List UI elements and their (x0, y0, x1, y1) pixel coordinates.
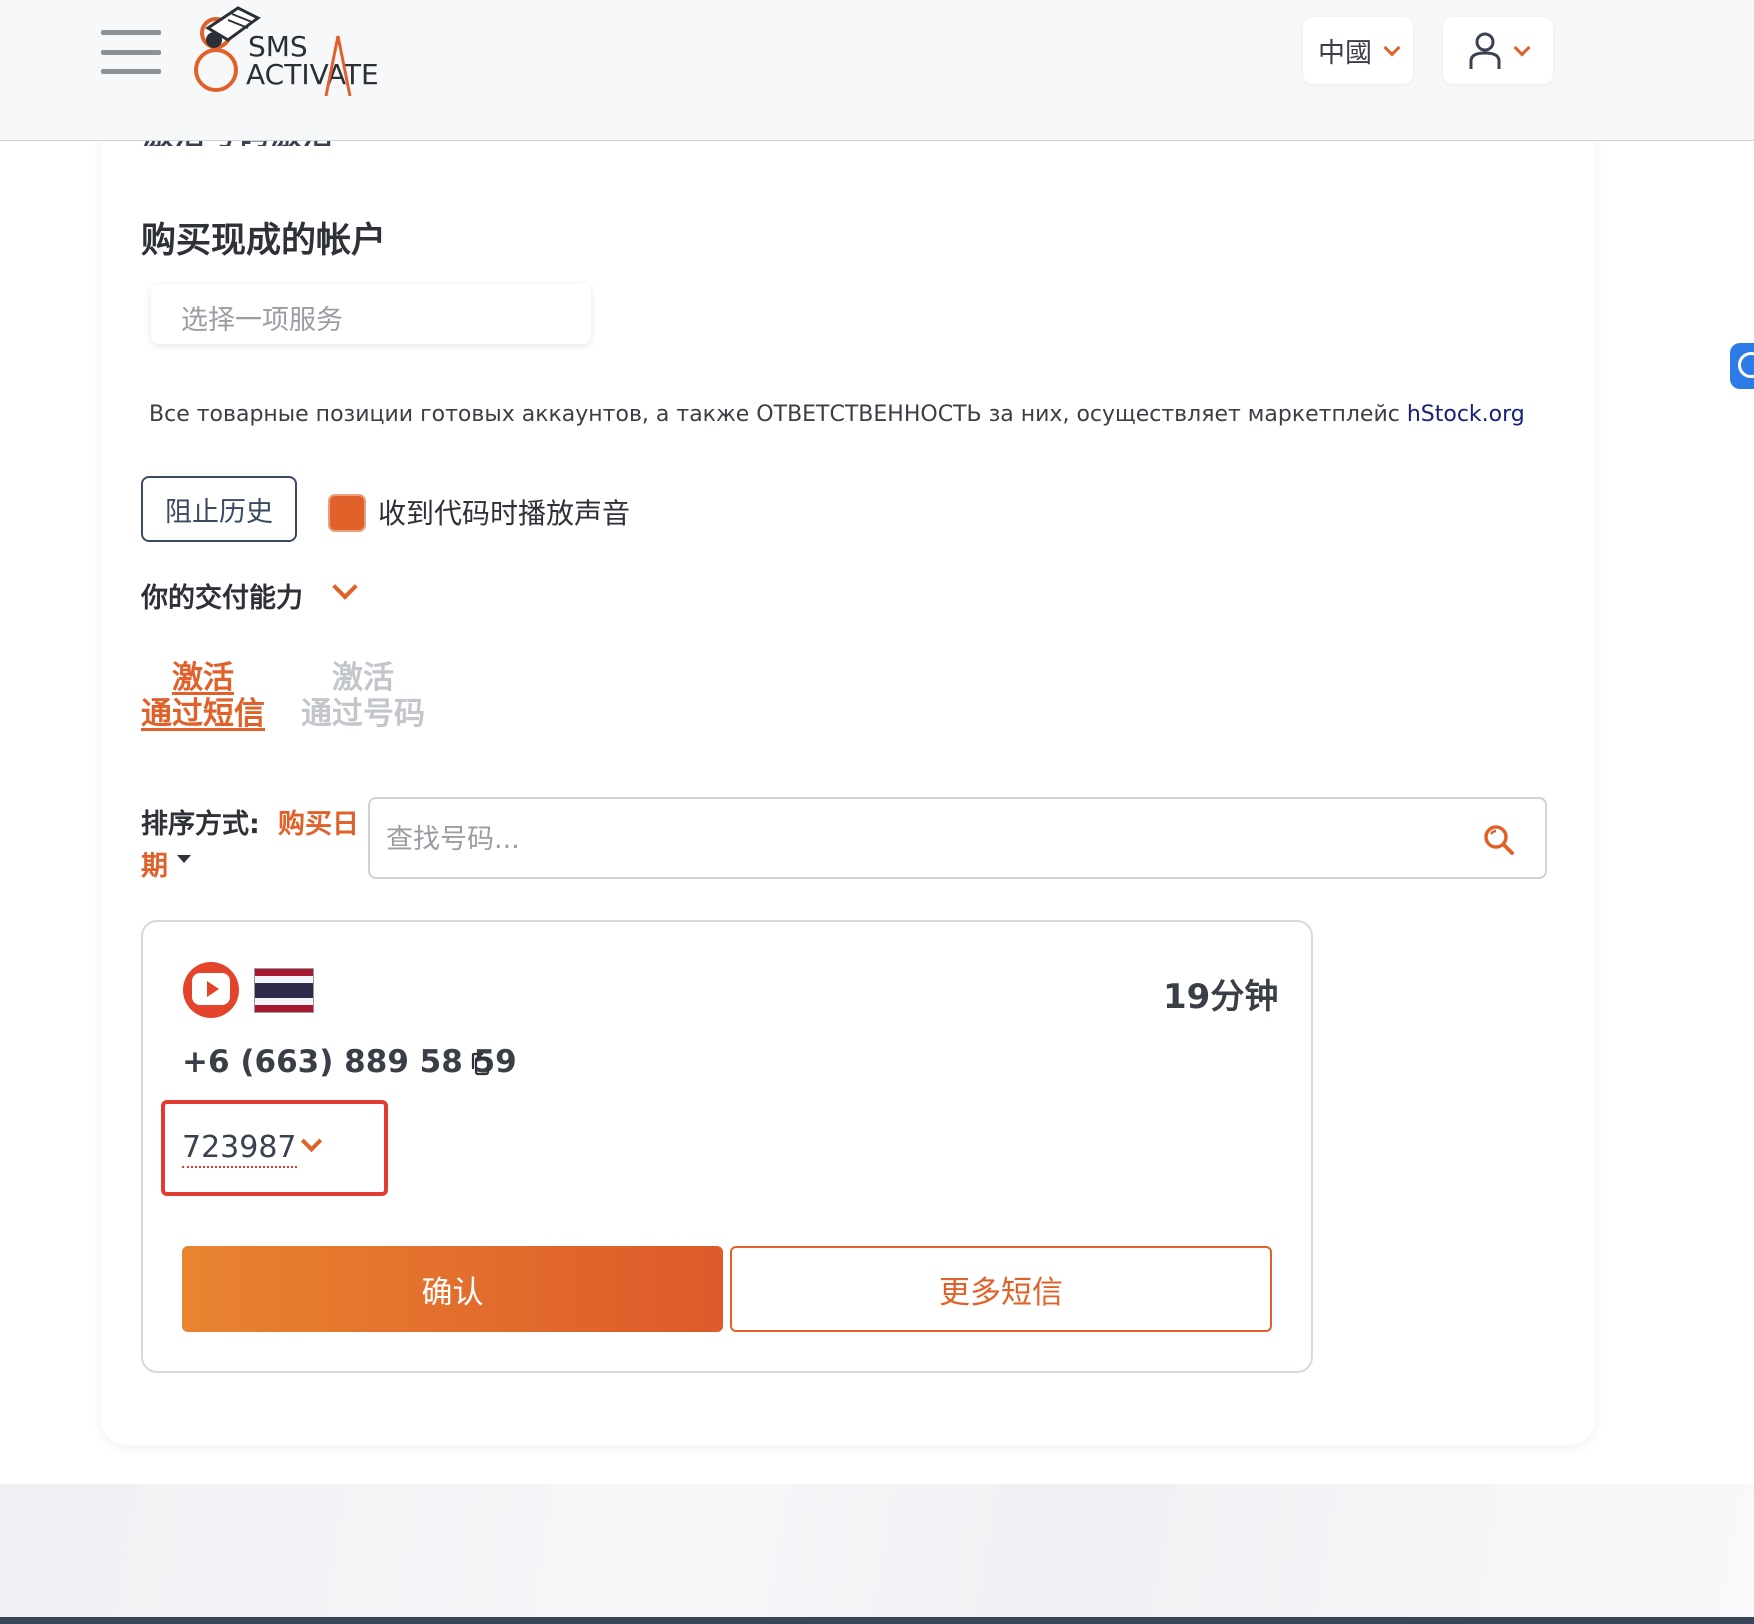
number-search (368, 797, 1547, 879)
logo-activate-text: ACTIVATE (246, 58, 379, 91)
tab-line: 激活 (332, 660, 394, 696)
search-icon[interactable] (1483, 824, 1515, 856)
more-sms-button[interactable]: 更多短信 (730, 1246, 1272, 1332)
delivery-ability-toggle[interactable]: 你的交付能力 (141, 576, 303, 615)
sms-code[interactable]: 723987 (182, 1130, 297, 1168)
chevron-down-icon (1383, 39, 1401, 56)
tab-activation-sms[interactable]: 激活 通过短信 (141, 660, 265, 732)
section-title: 购买现成的帐户 (141, 221, 387, 261)
sort-value-continued[interactable]: 期 (141, 844, 168, 883)
confirm-button[interactable]: 确认 (182, 1246, 723, 1332)
tab-line: 激活 (172, 660, 234, 696)
sound-checkbox[interactable] (328, 494, 366, 532)
tab-line: 通过号码 (301, 696, 425, 732)
notice-text: Все товарные позиции готовых аккаунтов, … (149, 402, 1407, 427)
support-chat-icon[interactable] (1730, 343, 1754, 389)
phone-number: +6 (663) 889 58 59 (182, 1044, 517, 1080)
language-dropdown[interactable]: 中國 (1303, 17, 1413, 84)
activation-timer: 19分钟 (1163, 977, 1279, 1017)
copy-icon[interactable] (470, 1052, 490, 1076)
footer-strip (0, 1617, 1754, 1624)
block-history-button[interactable]: 阻止历史 (141, 476, 297, 542)
sort-value[interactable]: 购买日 (278, 802, 359, 841)
user-icon (1469, 32, 1501, 69)
chevron-down-icon (1513, 39, 1531, 56)
user-dropdown[interactable] (1443, 17, 1553, 84)
hstock-link[interactable]: hStock.org (1407, 402, 1525, 427)
language-label: 中國 (1318, 38, 1372, 69)
page-footer-background (0, 1484, 1754, 1624)
tab-line: 通过短信 (141, 696, 265, 732)
youtube-icon (183, 962, 239, 1018)
sound-checkbox-label: 收到代码时播放声音 (378, 497, 631, 530)
sort-label: 排序方式: (141, 809, 260, 840)
marketplace-notice: Все товарные позиции готовых аккаунтов, … (149, 402, 1525, 427)
thailand-flag-icon (254, 968, 314, 1013)
caret-down-icon[interactable] (177, 855, 191, 863)
sms-activate-logo[interactable]: SMS ACTIVATE (188, 0, 408, 105)
number-search-input[interactable] (386, 817, 1466, 861)
menu-icon[interactable] (101, 30, 161, 74)
top-header: SMS ACTIVATE 中國 (0, 0, 1754, 141)
service-select[interactable]: 选择一项服务 (151, 284, 591, 344)
tab-activation-number[interactable]: 激活 通过号码 (301, 660, 425, 732)
